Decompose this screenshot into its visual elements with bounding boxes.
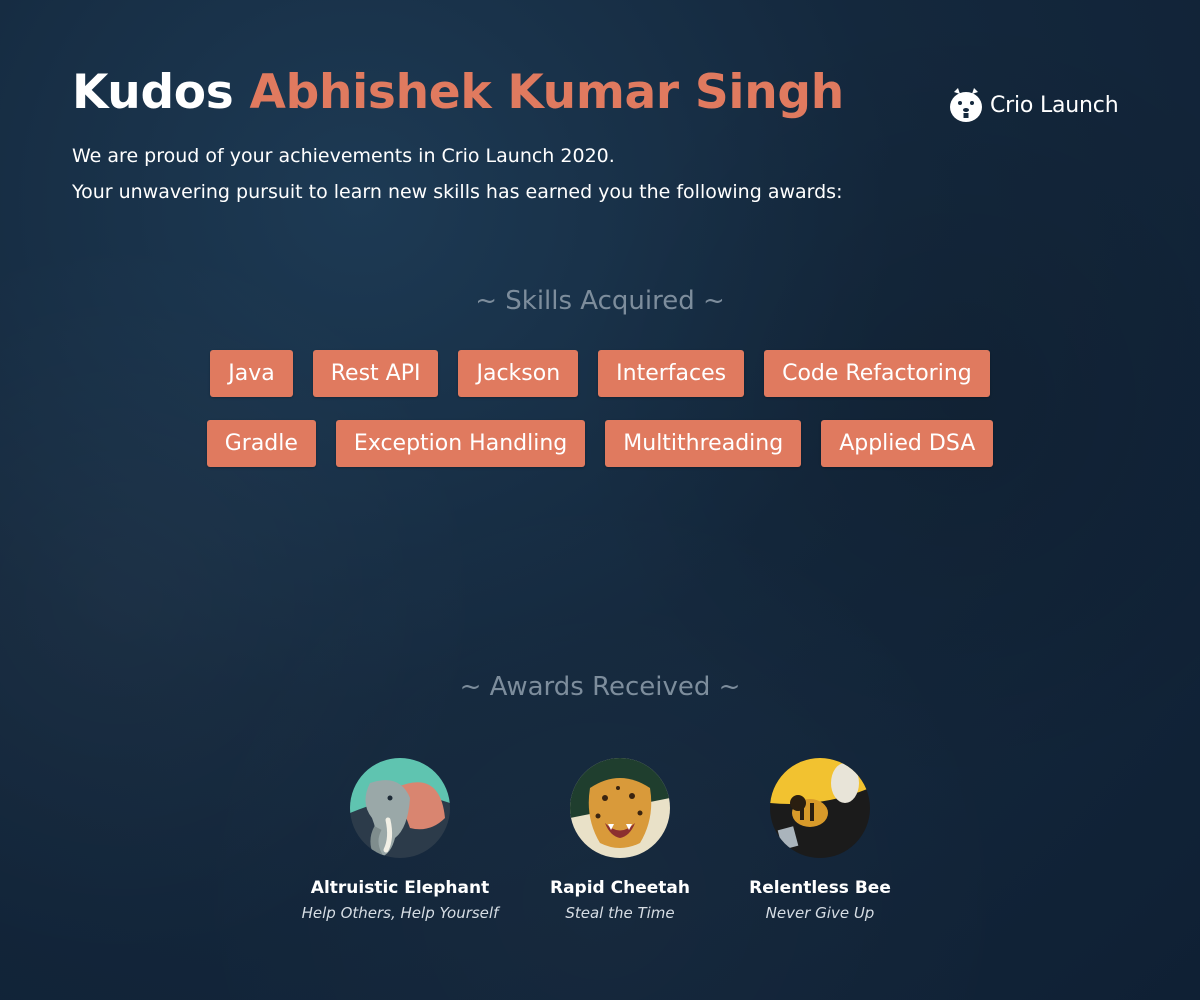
award-motto: Steal the Time: [565, 904, 675, 922]
elephant-icon: [350, 758, 450, 858]
crio-beaver-icon: [950, 88, 982, 122]
award-item: Relentless Bee Never Give Up: [740, 758, 900, 922]
skills-row-1: Java Rest API Jackson Interfaces Code Re…: [0, 350, 1200, 397]
bee-icon: [770, 758, 870, 858]
kudos-label: Kudos: [72, 65, 234, 120]
award-motto: Help Others, Help Yourself: [301, 904, 499, 922]
headline: Kudos Abhishek Kumar Singh: [72, 62, 932, 124]
skills-title: ~ Skills Acquired ~: [475, 286, 725, 316]
award-name: Relentless Bee: [749, 878, 891, 898]
award-item: Rapid Cheetah Steal the Time: [540, 758, 700, 922]
subtitle-line-2: Your unwavering pursuit to learn new ski…: [72, 181, 843, 203]
skill-chip: Jackson: [458, 350, 579, 397]
skill-chip: Rest API: [312, 350, 439, 397]
recipient-name: Abhishek Kumar Singh: [249, 65, 845, 120]
skill-chip: Applied DSA: [821, 420, 994, 467]
cheetah-icon: [570, 758, 670, 858]
awards-title: ~ Awards Received ~: [459, 672, 741, 702]
award-item: Altruistic Elephant Help Others, Help Yo…: [300, 758, 500, 922]
skills-row-2: Gradle Exception Handling Multithreading…: [0, 420, 1200, 467]
skill-chip: Gradle: [206, 420, 316, 467]
award-name: Altruistic Elephant: [310, 878, 490, 898]
skill-chip: Exception Handling: [335, 420, 586, 467]
skill-chip: Multithreading: [605, 420, 802, 467]
award-motto: Never Give Up: [765, 904, 875, 922]
skill-chip: Interfaces: [598, 350, 745, 397]
award-name: Rapid Cheetah: [550, 878, 690, 898]
header: Kudos Abhishek Kumar Singh We are proud …: [72, 62, 932, 210]
crio-launch-logo: Crio Launch: [948, 86, 1119, 124]
logo-text: Crio Launch: [990, 92, 1119, 118]
skill-chip: Code Refactoring: [764, 350, 990, 397]
subtitle-line-1: We are proud of your achievements in Cri…: [72, 145, 615, 167]
skill-chip: Java: [210, 350, 293, 397]
awards-list: Altruistic Elephant Help Others, Help Yo…: [0, 758, 1200, 922]
